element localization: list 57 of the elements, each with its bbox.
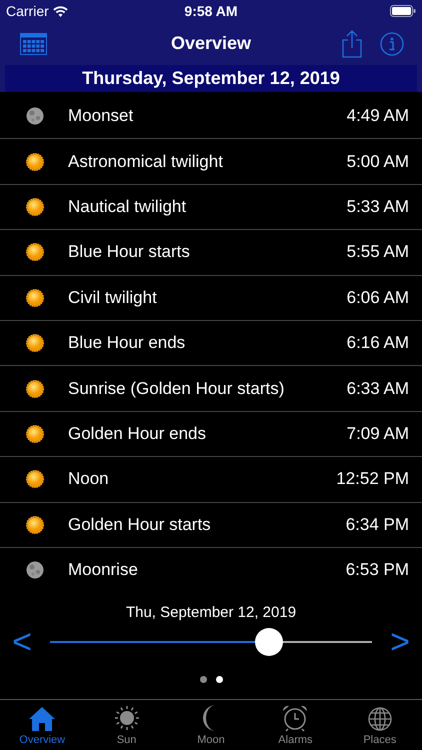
event-name: Blue Hour starts bbox=[68, 242, 191, 262]
event-name: Sunrise (Golden Hour starts) bbox=[68, 378, 286, 399]
battery-icon bbox=[390, 5, 416, 17]
event-time: 5:55 AM bbox=[346, 242, 409, 262]
share-icon[interactable] bbox=[342, 30, 362, 58]
tab-item[interactable]: Overview bbox=[0, 700, 84, 750]
alarm-clock-icon bbox=[281, 704, 310, 732]
sun-icon bbox=[26, 198, 44, 216]
page-dot[interactable] bbox=[200, 676, 206, 684]
sun-icon bbox=[26, 380, 44, 398]
next-day-button[interactable]: > bbox=[388, 625, 412, 660]
moon-icon bbox=[26, 106, 44, 125]
event-time: 12:52 PM bbox=[336, 469, 409, 490]
event-name: Civil twilight bbox=[68, 288, 158, 308]
event-name: Blue Hour ends bbox=[68, 333, 186, 354]
event-time: 6:34 PM bbox=[346, 514, 409, 535]
moon-icon bbox=[26, 561, 44, 580]
date-header: Thursday, September 12, 2019 bbox=[5, 65, 417, 92]
event-time: 6:33 AM bbox=[346, 378, 409, 399]
info-icon[interactable] bbox=[380, 32, 404, 56]
sun-icon bbox=[26, 516, 44, 534]
event-name: Moonrise bbox=[68, 560, 139, 580]
event-time: 7:09 AM bbox=[346, 424, 409, 444]
event-name: Golden Hour ends bbox=[68, 424, 207, 444]
event-name: Nautical twilight bbox=[68, 196, 188, 217]
wifi-icon bbox=[52, 6, 68, 16]
slider-date: Thu, September 12, 2019 bbox=[126, 604, 296, 622]
previous-day-button[interactable]: < bbox=[10, 625, 34, 660]
event-time: 5:00 AM bbox=[346, 152, 409, 172]
event-time: 6:06 AM bbox=[346, 288, 409, 308]
tab-item[interactable]: Moon bbox=[168, 700, 254, 750]
event-time: 4:49 AM bbox=[346, 106, 409, 126]
tab-item[interactable]: Alarms bbox=[253, 700, 338, 750]
clock-time: 9:58 AM bbox=[184, 3, 238, 19]
sun-icon bbox=[26, 243, 44, 262]
page-dot[interactable] bbox=[216, 676, 222, 684]
event-name: Astronomical twilight bbox=[68, 152, 224, 172]
tab-item[interactable]: Sun bbox=[84, 700, 169, 750]
event-name: Golden Hour starts bbox=[68, 514, 212, 535]
sun-icon bbox=[26, 424, 44, 443]
slider-thumb[interactable] bbox=[254, 628, 283, 656]
screen-title: Overview bbox=[170, 33, 252, 53]
sun-icon bbox=[26, 334, 44, 352]
event-time: 6:16 AM bbox=[346, 333, 409, 354]
event-time: 6:53 PM bbox=[346, 560, 409, 580]
tab-item[interactable]: Places bbox=[338, 700, 422, 750]
event-name: Noon bbox=[68, 469, 110, 490]
event-time: 5:33 AM bbox=[346, 196, 409, 217]
sun-icon bbox=[26, 470, 44, 488]
calendar-icon[interactable] bbox=[20, 32, 47, 54]
sun-icon bbox=[26, 152, 44, 171]
event-name: Moonset bbox=[68, 106, 134, 126]
globe-icon bbox=[366, 706, 393, 732]
home-icon bbox=[28, 706, 56, 732]
carrier-label: Carrier bbox=[6, 3, 49, 19]
sun-icon bbox=[26, 288, 44, 307]
sun-icon bbox=[112, 704, 141, 732]
